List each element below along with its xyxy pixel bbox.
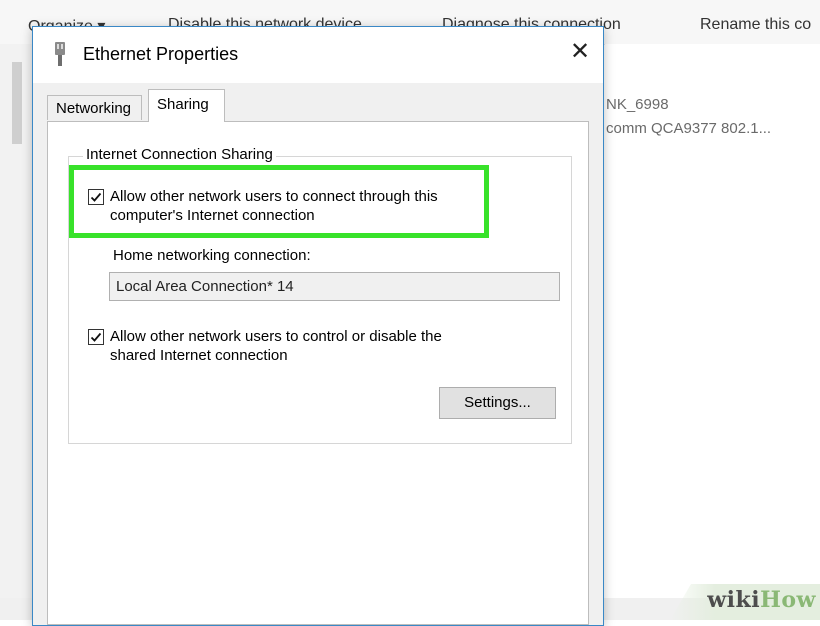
allow-connect-line1: Allow other network users to connect thr… [110, 188, 438, 205]
close-button[interactable]: ✕ [565, 37, 595, 67]
rename-connection-button[interactable]: Rename this co [700, 16, 811, 34]
wikihow-logo-part1: wiki [707, 587, 761, 613]
allow-connect-label[interactable]: Allow other network users to connect thr… [110, 187, 438, 225]
wikihow-watermark: wikiHow [670, 584, 820, 620]
allow-control-line1: Allow other network users to control or … [110, 328, 442, 345]
home-networking-label: Home networking connection: [113, 247, 311, 264]
ethernet-properties-dialog: Ethernet Properties ✕ Networking Sharing… [32, 26, 604, 626]
allow-control-label[interactable]: Allow other network users to control or … [110, 327, 442, 365]
settings-button[interactable]: Settings... [439, 387, 556, 419]
tab-sharing[interactable]: Sharing [148, 89, 225, 122]
allow-control-checkbox[interactable] [88, 329, 104, 345]
ics-group-title: Internet Connection Sharing [83, 146, 276, 163]
explorer-scrollbar[interactable] [12, 62, 22, 144]
checkmark-icon [90, 192, 102, 202]
allow-connect-line2: computer's Internet connection [110, 207, 315, 224]
allow-connect-checkbox[interactable] [88, 189, 104, 205]
network-adapter: comm QCA9377 802.1... [606, 120, 772, 137]
wikihow-logo-part2: How [760, 587, 816, 613]
checkmark-icon [90, 332, 102, 342]
ethernet-plug-icon [55, 42, 65, 66]
allow-control-line2: shared Internet connection [110, 347, 288, 364]
wikihow-logo: wikiHow [707, 587, 816, 613]
home-networking-select[interactable]: Local Area Connection* 14 [109, 272, 560, 301]
tab-networking[interactable]: Networking [47, 95, 142, 120]
dialog-title: Ethernet Properties [83, 44, 239, 64]
dialog-titlebar: Ethernet Properties ✕ [33, 27, 603, 83]
network-name: NK_6998 [606, 96, 669, 113]
